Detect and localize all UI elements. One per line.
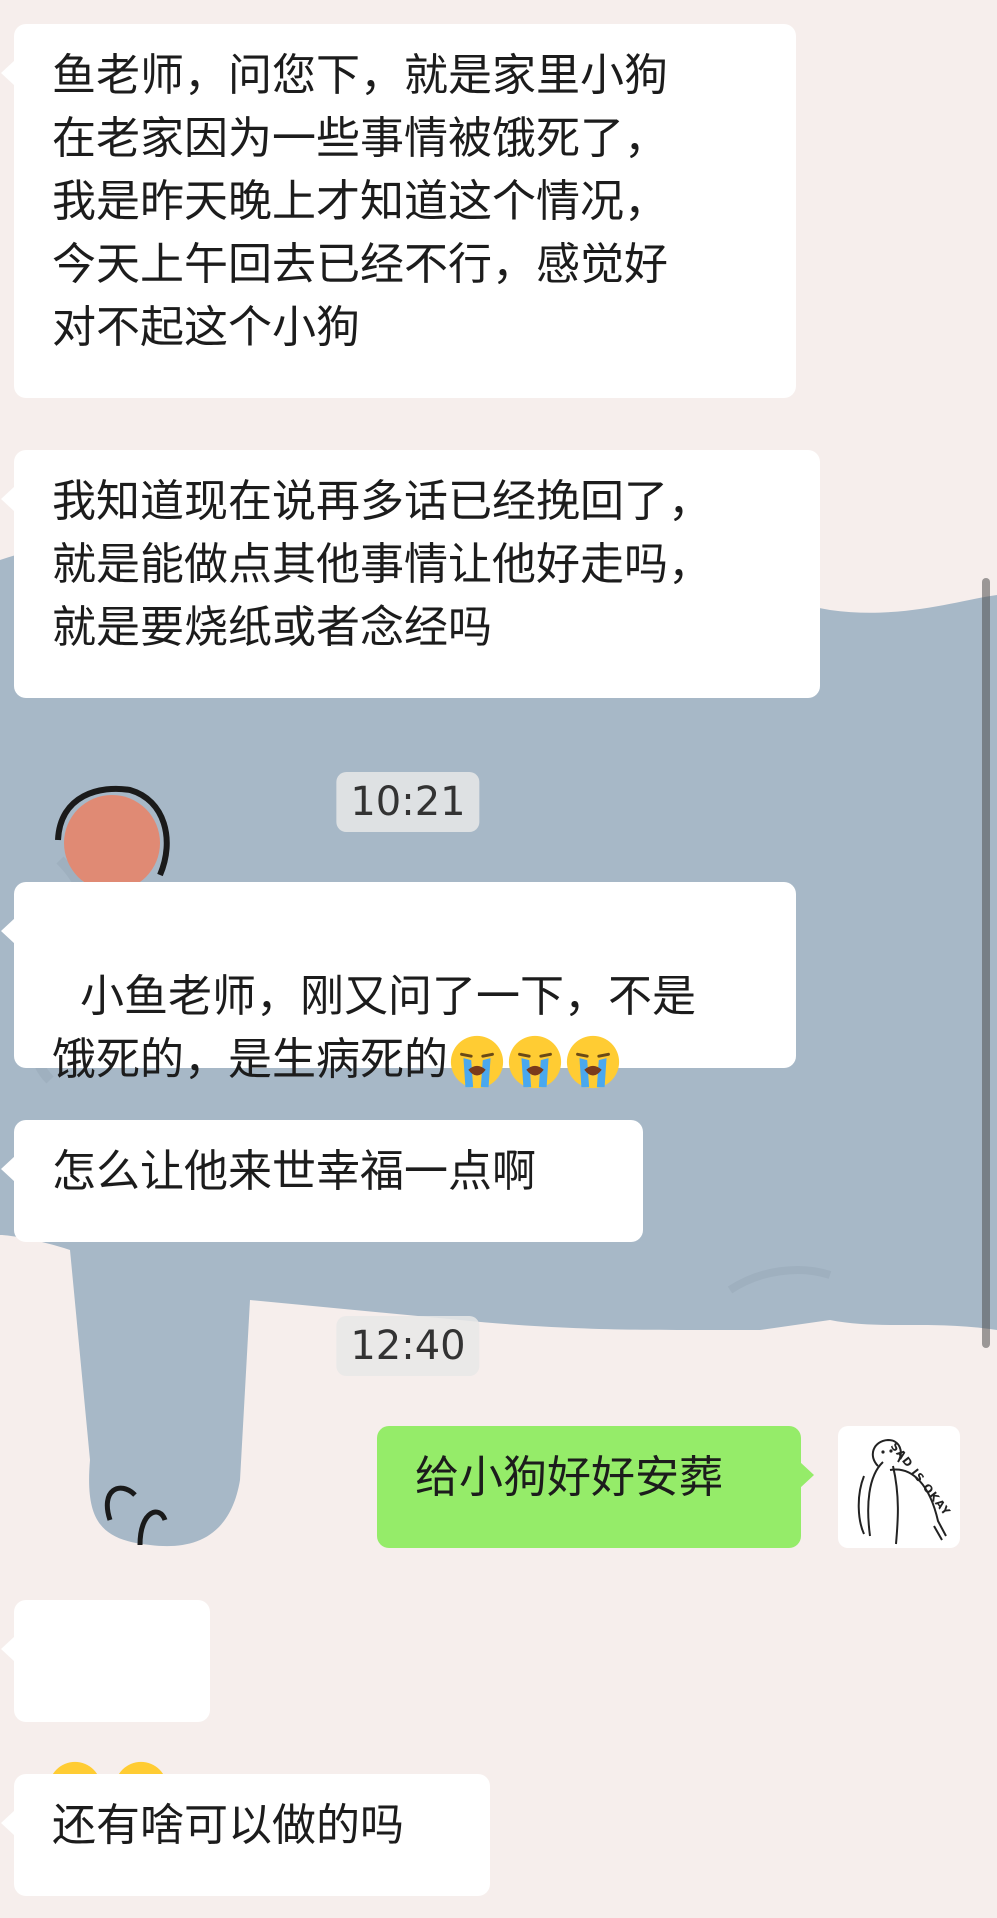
incoming-message-bubble[interactable] bbox=[1, 1600, 210, 1814]
user-avatar[interactable]: SAD IS OKAY bbox=[838, 1426, 960, 1548]
incoming-message-bubble[interactable]: 小鱼老师，刚又问了一下，不是 饿死的，是生病死的 bbox=[1, 882, 796, 1089]
loudly-crying-face-icon bbox=[566, 1035, 620, 1089]
incoming-message-bubble[interactable]: 鱼老师，问您下，就是家里小狗 在老家因为一些事情被饿死了， 我是昨天晚上才知道这… bbox=[1, 24, 796, 398]
timestamp: 12:40 bbox=[336, 1316, 480, 1376]
emoji-group bbox=[448, 1034, 622, 1089]
scrollbar[interactable] bbox=[982, 578, 990, 1348]
loudly-crying-face-icon bbox=[450, 1035, 504, 1089]
loudly-crying-face-icon bbox=[508, 1035, 562, 1089]
incoming-message-bubble[interactable]: 怎么让他来世幸福一点啊 bbox=[1, 1120, 643, 1242]
timestamp: 10:21 bbox=[336, 772, 480, 832]
outgoing-message-bubble[interactable]: 给小狗好好安葬 bbox=[377, 1426, 814, 1548]
incoming-message-bubble[interactable]: 还有啥可以做的吗 bbox=[1, 1774, 490, 1896]
incoming-message-bubble[interactable]: 我知道现在说再多话已经挽回了， 就是能做点其他事情让他好走吗， 就是要烧纸或者念… bbox=[1, 450, 820, 698]
